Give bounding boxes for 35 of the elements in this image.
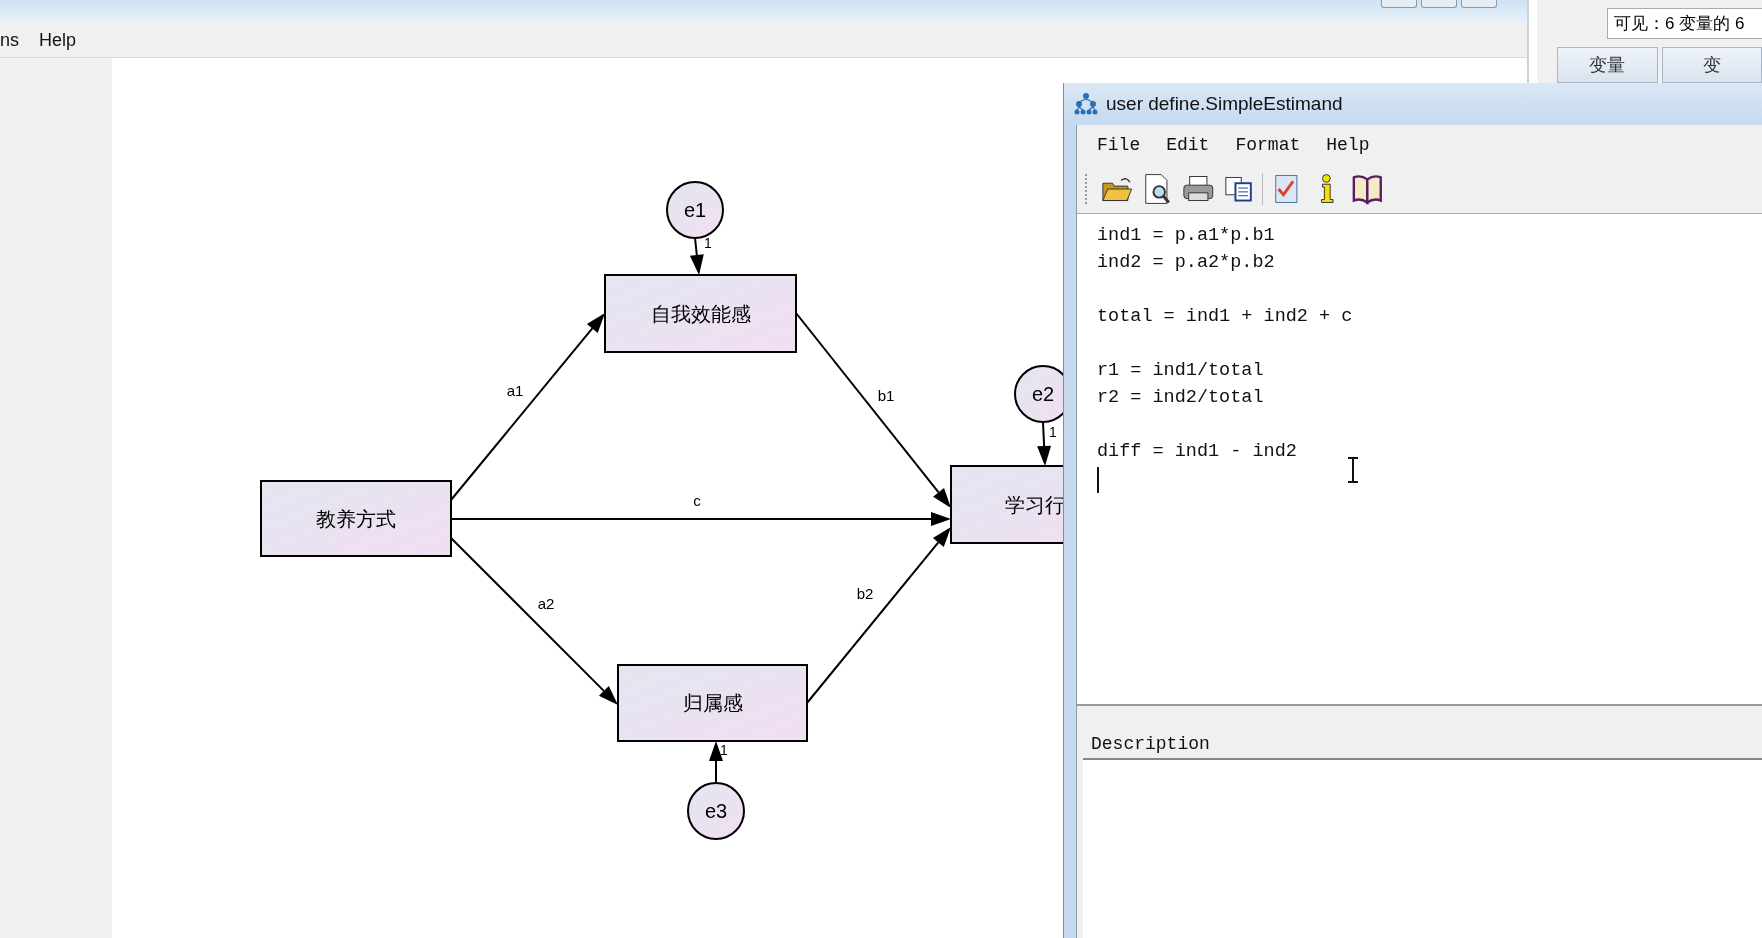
error-label: e1: [683, 199, 707, 221]
error-circle: [666, 181, 724, 239]
variable-label: 归属感: [682, 691, 743, 715]
path-label: c: [693, 492, 701, 509]
path-arrow: [689, 237, 704, 275]
path-label: b1: [877, 387, 895, 404]
error-circle: [687, 782, 745, 840]
network-icon: [1074, 92, 1098, 116]
menu-item[interactable]: Edit: [1166, 135, 1210, 155]
path-label: b2: [856, 585, 874, 602]
path-label: 1: [720, 742, 728, 758]
path-label: 1: [704, 235, 712, 251]
menu-item[interactable]: File: [1097, 135, 1141, 155]
path-arrow: [709, 741, 723, 784]
variable-label: 教养方式: [316, 506, 396, 531]
menu-item[interactable]: ns: [0, 30, 19, 51]
error-label: e3: [704, 800, 728, 822]
status-field: 可见：6 变量的 6: [1607, 8, 1762, 39]
variable-label: 自我效能感: [650, 301, 751, 326]
i-beam-cursor-icon: [1347, 457, 1359, 483]
path-label: 1: [1049, 424, 1057, 440]
view-tab[interactable]: 变: [1661, 47, 1762, 83]
path-label: a1: [506, 382, 524, 399]
window-title: user define.SimpleEstimand: [1106, 93, 1343, 115]
code-text: ind1 = p.a1*p.b1 ind2 = p.a2*p.b2 total = ind1 + ind2 + c r1 = ind1/total r2 = ind2/total diff = ind1 - ind2: [1097, 224, 1353, 464]
text-caret: [1097, 467, 1099, 493]
menu-item[interactable]: Format: [1235, 135, 1301, 155]
menu-item[interactable]: Help: [1326, 135, 1370, 155]
variable-label: 学习行: [1005, 492, 1065, 517]
error-label: e2: [1031, 383, 1055, 405]
path-label: a2: [537, 595, 555, 612]
path-arrow: [1037, 421, 1052, 466]
menu-item[interactable]: Help: [39, 30, 77, 51]
code-editor[interactable]: ind1 = p.a1*p.b1 ind2 = p.a2*p.b2 total = ind1 + ind2 + c r1 = ind1/total r2 = ind2/total diff = ind1 - ind2: [1077, 213, 1762, 706]
view-tab[interactable]: 变量: [1557, 47, 1658, 83]
